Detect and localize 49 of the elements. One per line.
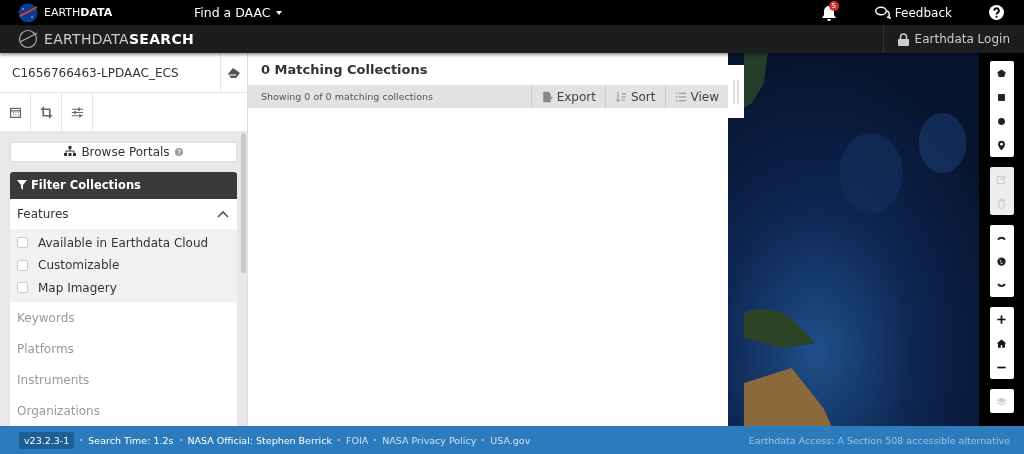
checkbox[interactable]	[17, 237, 28, 249]
export-button[interactable]: Export	[530, 85, 605, 108]
lock-icon	[897, 32, 909, 46]
globe-icon	[996, 255, 1007, 267]
footer-text: Search Time: 1.2s	[88, 434, 174, 446]
footer-link[interactable]: USA.gov	[490, 434, 531, 446]
sliders-icon	[70, 105, 84, 119]
layers-icon	[996, 395, 1007, 407]
help-icon[interactable]	[989, 5, 1004, 20]
version-badge: v23.2.3-1	[19, 431, 75, 449]
help-icon	[174, 147, 183, 156]
pentagon-icon	[996, 67, 1007, 79]
browse-portals-button[interactable]: Browse Portals	[10, 142, 237, 162]
checkbox-label: Available in Earthdata Cloud	[38, 235, 209, 250]
checkbox-label: Map Imagery	[38, 280, 117, 295]
features-section-toggle[interactable]: Features	[10, 198, 237, 229]
circle-icon	[996, 115, 1007, 127]
panel-resize-handle[interactable]	[728, 65, 744, 118]
calendar-icon	[8, 105, 22, 119]
caret-icon	[275, 10, 282, 15]
results-summary: Showing 0 of 0 matching collections	[260, 91, 434, 102]
checkbox[interactable]	[17, 259, 28, 271]
earthdata-logo-text: EARTHDATA	[44, 6, 114, 19]
edit-icon	[996, 173, 1007, 185]
footer-link[interactable]: NASA Privacy Policy	[382, 434, 477, 446]
file-export-icon	[540, 90, 553, 103]
checkbox[interactable]	[17, 282, 28, 294]
crop-icon	[39, 105, 53, 119]
home-icon	[996, 337, 1007, 349]
square-icon	[996, 91, 1007, 103]
chat-bubbles-icon	[874, 6, 891, 19]
sort-icon	[614, 90, 627, 103]
app-title: EARTHDATASEARCH	[44, 31, 195, 47]
zoom-in-icon	[996, 313, 1007, 325]
find-daac-menu[interactable]: Find a DAAC	[194, 5, 282, 20]
filter-collections-title: Filter Collections	[31, 178, 141, 192]
footer-text: NASA Official: Stephen Berrick	[187, 434, 332, 446]
eraser-icon	[228, 67, 240, 78]
checkbox-label: Customizable	[38, 258, 120, 273]
map-pin-icon	[996, 139, 1007, 151]
features-title: Features	[17, 206, 69, 221]
list-icon	[674, 90, 687, 103]
results-title: 0 Matching Collections	[260, 60, 429, 79]
trash-icon	[996, 197, 1007, 209]
feedback-link[interactable]: Feedback	[874, 5, 952, 20]
funnel-icon	[17, 180, 27, 190]
footer-link[interactable]: FOIA	[345, 434, 369, 446]
sort-button[interactable]: Sort	[604, 85, 665, 108]
sitemap-icon	[64, 146, 77, 158]
